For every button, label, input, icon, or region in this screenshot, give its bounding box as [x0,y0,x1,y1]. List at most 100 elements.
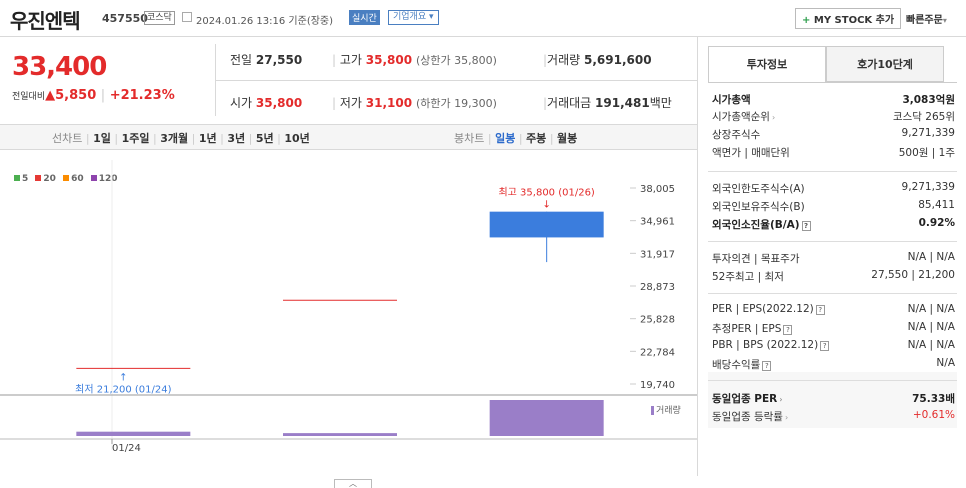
info-row: 외국인한도주식수(A) 9,271,339 [712,181,955,196]
info-row[interactable]: PBR | BPS (2022.12)? N/A | N/A [712,339,955,351]
info-row-label: 액면가 | 매매단위 [712,145,790,160]
candle-chart-label[interactable]: 봉차트 [454,132,484,145]
info-label-text: PER | EPS(2022.12) [712,303,814,315]
period-monthly[interactable]: 월봉 [557,132,577,145]
y-tick-label: 25,828 [640,315,675,326]
info-row-label: 배당수익률? [712,357,772,372]
line-chart-periods: 선차트 | 1일 | 1주일 | 3개월 | 1년 | 3년 | 5년 | 10… [52,132,310,145]
info-row-label: PBR | BPS (2022.12)? [712,339,830,351]
info-row[interactable]: 동일업종 PER › 75.33배 [712,391,955,406]
period-3y[interactable]: 3년 [227,132,245,145]
info-label-text: 동일업종 PER [712,393,778,405]
info-row[interactable]: 동일업종 등락률 › +0.61% [712,409,955,424]
info-row[interactable]: PER | EPS(2022.12)? N/A | N/A [712,303,955,315]
section-divider [708,171,957,172]
info-row-value: N/A | N/A [907,321,955,333]
high-price: | 고가 35,800 (상한가 35,800) [332,53,497,67]
change-percent: +21.23% [109,88,175,103]
info-row[interactable]: 추정PER | EPS? N/A | N/A [712,321,955,336]
period-3m[interactable]: 3개월 [160,132,188,145]
help-icon[interactable]: ? [815,305,825,315]
info-row-value: 3,083억원 [902,94,955,106]
help-icon[interactable]: ? [762,361,772,371]
collapse-button[interactable]: ︿ [334,479,372,488]
info-label-text: 시가총액 [712,94,751,106]
up-arrow-icon: ↑ [119,372,127,383]
quote-datetime: 2024.01.26 13:16 기준(장중) [196,16,334,27]
prev-close: 전일 27,550 [230,51,302,68]
info-row-label: PER | EPS(2022.12)? [712,303,825,315]
info-row-value: N/A | N/A [907,251,955,263]
tab-orderbook[interactable]: 호가10단계 [826,46,944,82]
trade-value-unit: 백만 [649,96,672,110]
stock-code: 457550 [102,12,148,25]
tab-invest-info[interactable]: 투자정보 [708,46,826,82]
info-row-label: 외국인한도주식수(A) [712,181,805,196]
period-5y[interactable]: 5년 [256,132,274,145]
chevron-right-icon[interactable]: › [785,413,788,422]
info-row: 52주최고 | 최저 27,550 | 21,200 [712,269,955,284]
period-daily[interactable]: 일봉 [495,132,515,145]
info-row-label: 동일업종 등락률 › [712,409,788,424]
period-10y[interactable]: 10년 [284,132,309,145]
low-value: 31,100 [365,96,413,110]
chevron-right-icon[interactable]: › [772,113,775,122]
y-tick-label: 38,005 [640,184,675,195]
company-name: 우진엔텍 [10,9,81,33]
info-label-text: 추정PER | EPS [712,323,782,335]
info-row[interactable]: 배당수익률? N/A [712,357,955,372]
open-price: 시가 35,800 [230,94,302,111]
stat-row-divider [215,80,697,81]
price-chart[interactable]: 38,005 34,961 31,917 28,873 25,828 22,784 19,7… [0,150,697,476]
info-row-value: 500원 | 1주 [898,147,955,159]
prev-close-value: 27,550 [255,53,303,67]
period-weekly[interactable]: 주봉 [526,132,546,145]
info-label-text: 배당수익률 [712,359,761,371]
period-1w[interactable]: 1주일 [122,132,150,145]
realtime-badge[interactable]: 실시간 [349,10,380,25]
info-row[interactable]: 시가총액순위 › 코스닥 265위 [712,109,955,124]
info-label-text: 동일업종 등락률 [712,411,783,423]
quick-order-label: 빠른주문 [906,15,943,26]
info-label-text: 외국인소진율(B/A) [712,219,800,231]
volume-bar [489,400,604,436]
info-row: 투자의견 | 목표주가 N/A | N/A [712,251,955,266]
info-row-value: 0.92% [918,217,955,229]
open-value: 35,800 [255,96,303,110]
add-mystock-button[interactable]: + MY STOCK 추가 [795,8,902,29]
help-icon[interactable]: ? [801,221,811,231]
info-row-value: 75.33배 [912,393,955,405]
info-row-label: 시가총액순위 › [712,109,775,124]
help-icon[interactable]: ? [783,325,793,335]
high-value: 35,800 [365,53,413,67]
chevron-right-icon[interactable]: › [779,395,782,404]
trade-value-value: 191,481 [595,96,650,110]
chevron-down-icon: ▾ [429,12,434,22]
section-divider [708,241,957,242]
info-label-text: 외국인보유주식수(B) [712,201,805,213]
volume-swatch [651,406,654,415]
company-info-dropdown[interactable]: 기업개요 ▾ [388,10,439,25]
info-row-label: 상장주식수 [712,127,760,142]
divider: | [100,88,106,103]
current-price: 33,400 [12,52,107,82]
info-row-label: 동일업종 PER › [712,391,783,406]
high-label: 고가 [339,53,362,67]
help-icon[interactable]: ? [820,341,830,351]
prev-close-label: 전일 [230,53,253,67]
mystock-label: MY STOCK 추가 [813,15,895,26]
info-row-label: 외국인보유주식수(B) [712,199,805,214]
trade-value-label: 거래대금 [547,96,592,110]
period-1y[interactable]: 1년 [199,132,217,145]
info-row[interactable]: 외국인소진율(B/A)? 0.92% [712,217,955,232]
info-label-text: 상장주식수 [712,129,761,141]
info-label-text: 시가총액순위 [712,111,770,123]
line-chart-label[interactable]: 선차트 [52,132,82,145]
price-change: 전일대비▲5,850 | +21.23% [12,88,175,103]
period-1d[interactable]: 1일 [93,132,111,145]
quick-order-dropdown[interactable]: 빠른주문▾ [906,11,947,26]
info-row-label: 외국인소진율(B/A)? [712,217,811,232]
info-row: 상장주식수 9,271,339 [712,127,955,142]
info-row-value: +0.61% [912,409,955,421]
volume-legend-label: 거래량 [656,406,681,416]
